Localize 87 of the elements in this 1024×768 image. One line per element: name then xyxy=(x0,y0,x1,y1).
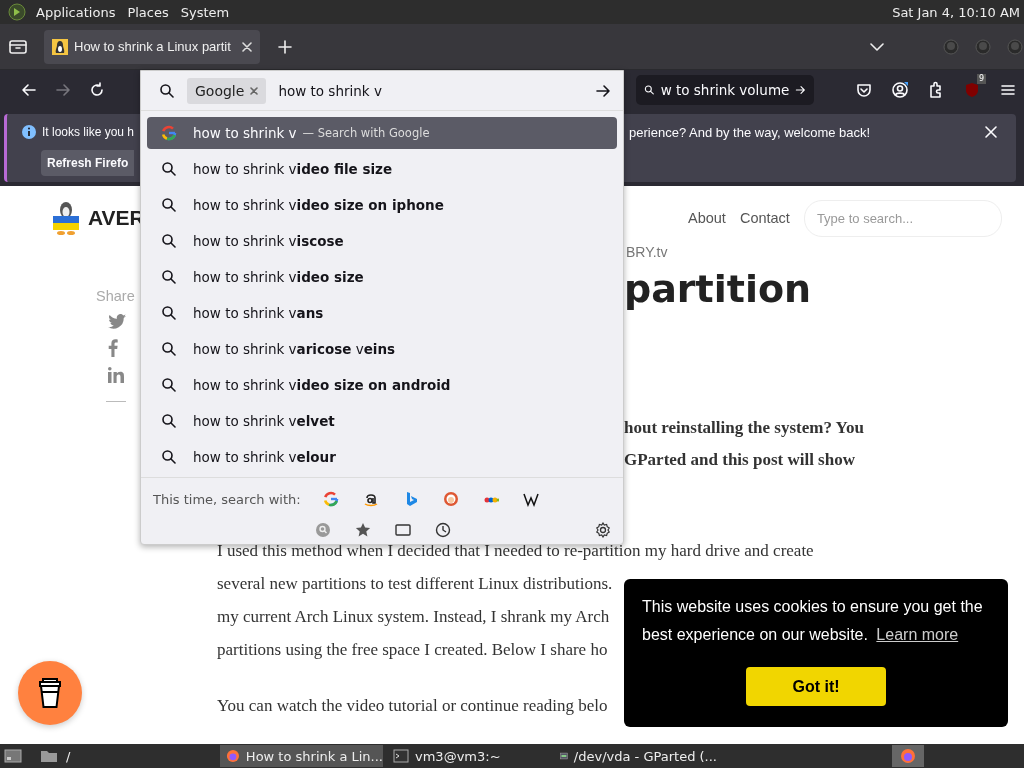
clock[interactable]: Sat Jan 4, 10:10 AM xyxy=(892,4,1020,20)
search-icon xyxy=(161,197,177,213)
cookie-text: This website uses cookies to ensure you get the best experience on our website. Learn more xyxy=(642,597,984,645)
menu-item[interactable]: System xyxy=(178,4,232,20)
search-icon xyxy=(644,82,655,98)
nav-link[interactable]: About xyxy=(688,200,726,226)
close-icon[interactable] xyxy=(250,86,259,95)
show-desktop-icon[interactable] xyxy=(4,748,22,764)
pocket-icon[interactable] xyxy=(855,81,873,99)
suggestion-item[interactable]: how to shrink velour xyxy=(147,441,617,473)
nav-link[interactable]: Contact xyxy=(739,200,790,226)
places-path[interactable]: / xyxy=(66,748,71,764)
intro-text: hout reinstalling the system? You xyxy=(624,417,864,439)
search-icon xyxy=(161,341,177,357)
search-text: w to shrink volume xyxy=(660,82,790,98)
suggestion-item[interactable]: how to shrink video size on android xyxy=(147,369,617,401)
suggestion-item[interactable]: how to shrink velvet xyxy=(147,405,617,437)
menu-item[interactable]: Applications xyxy=(34,4,118,20)
taskbar-window[interactable]: vm3@vm3:~ xyxy=(387,745,550,767)
taskbar-window[interactable]: How to shrink a Lin... xyxy=(220,745,383,767)
search-icon xyxy=(161,233,177,249)
learn-more-link[interactable]: Learn more xyxy=(876,626,959,643)
browser-icon xyxy=(226,748,240,764)
paragraph-text: I used this method when I decided that I needed to re-partition my hard drive and create xyxy=(217,540,814,562)
settings-icon[interactable] xyxy=(595,522,611,538)
one-off-label: This time, search with: xyxy=(153,491,301,507)
intro-text: GParted and this post will show xyxy=(624,449,855,471)
search-icon xyxy=(161,161,177,177)
suggestion-item[interactable]: how to shrink video size on iphone xyxy=(147,189,617,221)
suggestion-item[interactable]: how to shrink video file size xyxy=(147,153,617,185)
clock-icon[interactable] xyxy=(435,522,451,538)
accept-button[interactable]: Got it! xyxy=(746,667,886,706)
search-field[interactable]: w to shrink volume xyxy=(636,75,814,105)
suggestion-item[interactable]: how to shrink v — Search with Google xyxy=(147,117,617,149)
share-label: Share xyxy=(96,288,136,304)
count-badge: 9 xyxy=(976,74,986,84)
terminal-icon xyxy=(393,748,409,764)
distro-logo-icon[interactable] xyxy=(8,3,26,21)
site-tagline: BRY.tv xyxy=(625,243,669,260)
bird-icon[interactable] xyxy=(108,314,126,329)
search-icon xyxy=(161,269,177,285)
new-tab-icon[interactable] xyxy=(278,39,292,54)
google-icon[interactable] xyxy=(322,491,339,507)
amazon-icon[interactable] xyxy=(362,491,379,507)
google-icon xyxy=(161,125,177,141)
search-icon xyxy=(161,413,177,429)
penguin-logo-icon[interactable] xyxy=(52,200,80,236)
browser-tab[interactable]: How to shrink a Linux partit xyxy=(44,29,260,64)
notification-text: perience? And by the way, welcome back! xyxy=(629,124,871,140)
search-icon xyxy=(161,377,177,393)
notification-text: It looks like you h xyxy=(42,125,135,139)
menu-item[interactable]: Places xyxy=(125,4,171,20)
folder-icon[interactable] xyxy=(40,749,58,763)
search-icon xyxy=(161,305,177,321)
taskbar-window[interactable]: /dev/vda - GParted (... xyxy=(554,745,717,767)
duckduckgo-icon[interactable] xyxy=(442,491,459,507)
search-icon xyxy=(161,449,177,465)
info-icon xyxy=(21,124,37,140)
search-field[interactable]: Type to search... xyxy=(803,200,1002,237)
account-icon[interactable] xyxy=(891,81,909,99)
star-icon[interactable] xyxy=(355,522,371,538)
wikipedia-icon[interactable] xyxy=(522,491,539,507)
paragraph-text: partitions using the free space I created. Below I share ho xyxy=(217,639,608,661)
paragraph-text: You can watch the video tutorial or continue reading belo xyxy=(217,695,608,717)
suggestion-item[interactable]: how to shrink varicose veins xyxy=(147,333,617,365)
suggestion-item[interactable]: how to shrink vans xyxy=(147,297,617,329)
back-icon[interactable] xyxy=(20,81,38,99)
suggestion-item[interactable]: how to shrink video size xyxy=(147,261,617,293)
tab-title: How to shrink a Linux partit xyxy=(74,39,232,54)
browser-icon xyxy=(900,748,916,764)
article-title: partition xyxy=(624,266,812,312)
facebook-icon[interactable] xyxy=(108,339,118,357)
address-input[interactable]: how to shrink v xyxy=(278,82,583,99)
suggestion-item[interactable]: how to shrink viscose xyxy=(147,225,617,257)
tab-list-icon[interactable] xyxy=(8,37,28,56)
cup-icon xyxy=(37,677,63,709)
chevron-down-icon[interactable] xyxy=(870,41,884,52)
reload-icon[interactable] xyxy=(88,81,106,99)
linkedin-icon[interactable] xyxy=(108,367,124,383)
tab-icon[interactable] xyxy=(395,522,411,538)
penguin-favicon-icon xyxy=(52,38,68,55)
search-icon xyxy=(159,82,175,99)
search-engine-chip[interactable]: Google xyxy=(187,77,267,104)
refresh-button[interactable]: Refresh Firefo xyxy=(41,150,135,176)
paragraph-text: several new partitions to test different Linux distributions. xyxy=(217,573,613,595)
arrow-right-icon[interactable] xyxy=(595,82,611,99)
paragraph-text: my current Arch Linux system. Instead, I shrank my Arch xyxy=(217,606,610,628)
